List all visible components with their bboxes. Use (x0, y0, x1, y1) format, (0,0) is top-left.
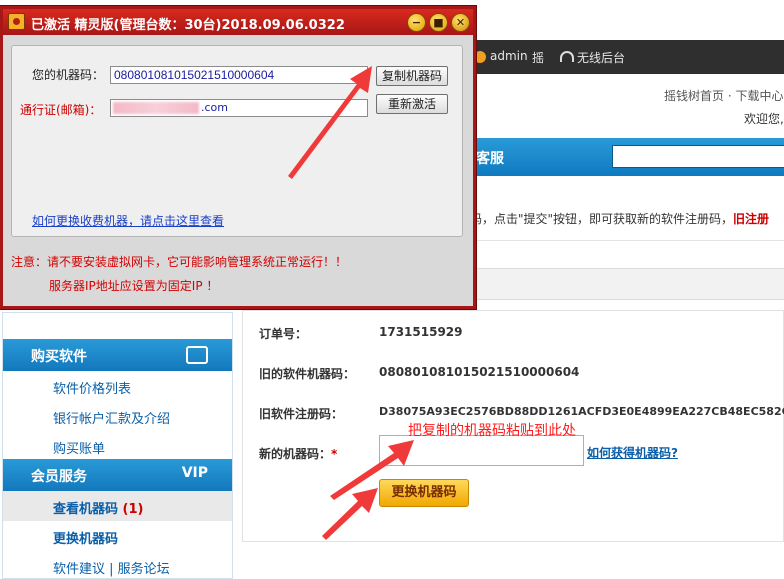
window-titlebar[interactable]: 已激活 精灵版(管理台数：30台)2018.09.06.0322 − ■ ✕ (3, 9, 473, 35)
sidebar-member-header: 会员服务 VIP (3, 459, 232, 491)
machine-code-field[interactable]: 080801081015021510000604 (110, 66, 368, 84)
reactivate-button[interactable]: 重新激活 (376, 94, 448, 114)
notice-emphasis: 旧注册 (733, 212, 770, 226)
close-icon[interactable]: ✕ (451, 13, 470, 32)
topbar-shake[interactable]: 摇 (532, 49, 544, 66)
sidebar-item-bank[interactable]: 银行帐户汇款及介绍 (3, 401, 232, 431)
how-to-get-machine-code-link[interactable]: 如何获得机器码? (587, 444, 678, 461)
old-machine-label: 旧的软件机器码： (259, 367, 356, 381)
redacted-email (113, 102, 199, 114)
activation-panel: 您的机器码： 080801081015021510000604 复制机器码 通行… (11, 45, 463, 237)
sidebar-item-count: (1) (122, 502, 144, 517)
wifi-icon (560, 51, 574, 62)
sidebar-item-price-list[interactable]: 软件价格列表 (3, 371, 232, 401)
order-label: 订单号： (259, 327, 308, 341)
divider (476, 240, 784, 241)
minimize-icon[interactable]: − (407, 13, 426, 32)
annotation-text: 把复制的机器码粘贴到此处 (408, 423, 576, 439)
account-email-field[interactable]: .com (110, 99, 368, 117)
order-value: 1731515929 (379, 325, 463, 339)
sidebar-item-label: 银行帐户汇款及介绍 (53, 412, 171, 427)
sidebar-item-change-machine-code[interactable]: 更换机器码 (3, 521, 232, 551)
sidebar-member-title: 会员服务 (31, 469, 87, 485)
new-machine-label: 新的机器码：* (259, 445, 337, 462)
sidebar-item-label: 更换机器码 (53, 532, 119, 547)
activation-window: 已激活 精灵版(管理台数：30台)2018.09.06.0322 − ■ ✕ 您… (0, 6, 476, 309)
notice-text: 码，点击"提交"按钮，即可获取新的软件注册码， (470, 212, 734, 226)
service-title: 客服 (476, 151, 504, 167)
app-icon (8, 13, 25, 30)
maximize-icon[interactable]: ■ (429, 13, 448, 32)
welcome-text: 欢迎您, (744, 112, 784, 126)
window-title: 已激活 精灵版(管理台数：30台)2018.09.06.0322 (31, 18, 345, 33)
cart-icon (186, 346, 208, 364)
sidebar-item-forum[interactable]: 软件建议 | 服务论坛 (3, 551, 232, 579)
old-reg-label: 旧软件注册码： (259, 407, 344, 421)
sidebar: 购买软件 软件价格列表 银行帐户汇款及介绍 购买账单 会员服务 VIP 查看机器… (2, 312, 233, 579)
section-bar (476, 268, 784, 300)
sidebar-item-text: 查看机器码 (53, 502, 123, 517)
topbar-wifi-admin[interactable]: 无线后台 (577, 49, 625, 66)
warning-fixed-ip: 服务器IP地址应设置为固定IP ！ (49, 279, 219, 293)
sidebar-item-label: 购买账单 (53, 442, 106, 457)
instruction-notice: 码，点击"提交"按钮，即可获取新的软件注册码，旧注册 (470, 210, 769, 227)
sidebar-item-view-machine-code[interactable]: 查看机器码 (1) (3, 491, 232, 521)
old-reg-value: D38075A93EC2576BD88DD1261ACFD3E0E4899EA2… (379, 405, 784, 418)
help-link[interactable]: 如何更换收费机器，请点击这里查看 (32, 212, 224, 229)
replace-machine-code-button[interactable]: 更换机器码 (379, 479, 469, 507)
email-domain: .com (201, 101, 228, 114)
sidebar-item-label: 软件建议 | 服务论坛 (53, 562, 170, 577)
sidebar-item-label: 查看机器码 (1) (53, 498, 143, 517)
new-machine-label-text: 新的机器码： (259, 447, 332, 461)
account-label: 通行证(邮箱)： (20, 103, 102, 117)
topbar-username[interactable]: admin (490, 49, 528, 63)
search-input[interactable] (612, 145, 784, 168)
required-mark: * (331, 447, 338, 461)
machine-code-label: 您的机器码： (32, 68, 105, 82)
header-links[interactable]: 摇钱树首页 · 下载中心 (664, 87, 783, 104)
sidebar-buy-header: 购买软件 (3, 339, 232, 371)
warning-virtual-nic: 注意：请不要安装虚拟网卡，它可能影响管理系统正常运行！！ (11, 255, 348, 269)
vip-badge: VIP (181, 465, 208, 481)
sidebar-item-bills[interactable]: 购买账单 (3, 431, 232, 461)
sidebar-item-label: 软件价格列表 (53, 382, 132, 397)
old-machine-value: 080801081015021510000604 (379, 365, 580, 379)
sidebar-buy-title: 购买软件 (31, 349, 87, 365)
copy-machine-code-button[interactable]: 复制机器码 (376, 66, 448, 86)
